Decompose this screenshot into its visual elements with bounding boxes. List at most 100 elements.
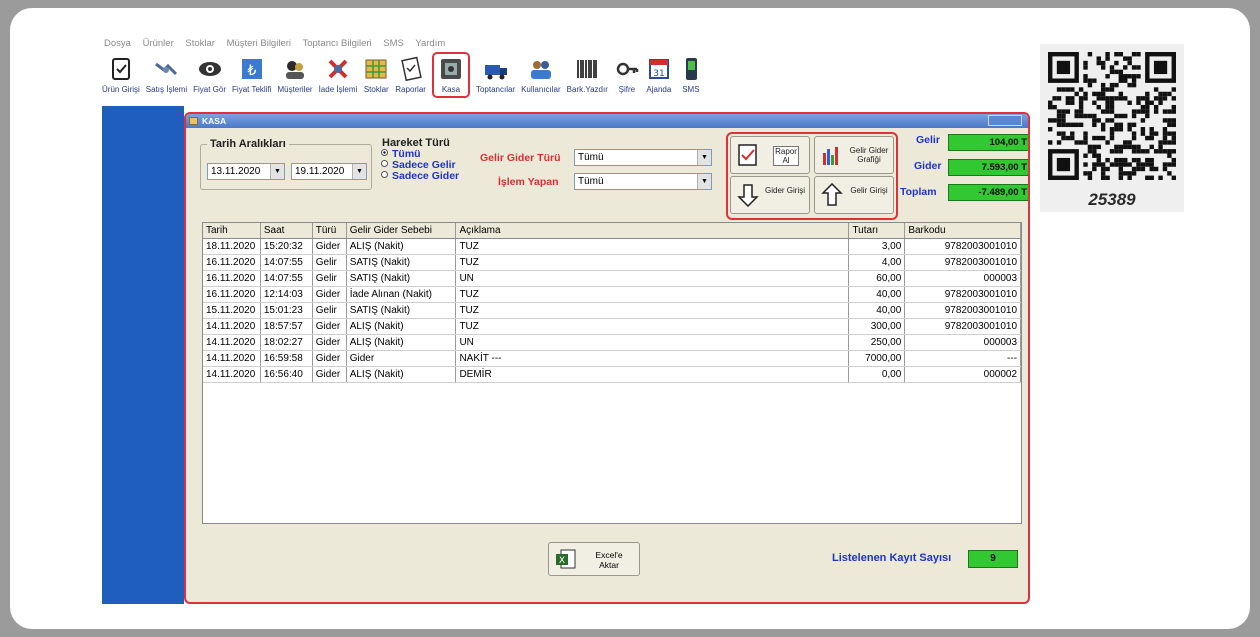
menu-sms[interactable]: SMS — [383, 38, 404, 49]
toolbar-stoklar[interactable]: Stoklar — [363, 52, 389, 106]
toolbar-satis-islemi[interactable]: Satış İşlemi — [146, 52, 187, 106]
table-row[interactable]: 16.11.2020 12:14:03 Gider İade Alınan (Naki… — [203, 287, 1022, 303]
svg-text:₺: ₺ — [247, 63, 256, 79]
toolbar-ajanda[interactable]: 31 Ajanda — [646, 52, 672, 106]
menu-dosya[interactable]: Dosya — [104, 38, 131, 49]
table-cell: SATIŞ (Nakit) — [347, 255, 457, 270]
menu-toptanci-bilgileri[interactable]: Toptancı Bilgileri — [302, 38, 371, 49]
window-controls[interactable] — [988, 115, 1022, 126]
toolbar-raporlar[interactable]: Raporlar — [395, 52, 426, 106]
table-cell: TUZ — [456, 303, 850, 318]
svg-text:31: 31 — [653, 69, 664, 79]
table-cell: 9782003001010 — [905, 319, 1022, 334]
table-row[interactable]: 16.11.2020 14:07:55 Gelir SATIŞ (Nakit) TUZ 4… — [203, 255, 1022, 271]
price-offer-icon: ₺ — [241, 59, 262, 79]
card: Dosya Ürünler Stoklar Müşteri Bilgileri … — [10, 8, 1250, 629]
table-cell: UN — [456, 271, 850, 286]
sale-icon — [155, 62, 178, 76]
table-cell: İade Alınan (Nakit) — [347, 287, 457, 302]
toolbar-fiyat-teklifi[interactable]: ₺ Fiyat Teklifi — [232, 52, 271, 106]
table-row[interactable]: 14.11.2020 16:56:40 Gider ALIŞ (Nakit) DEMİR… — [203, 367, 1022, 383]
income-expense-type-select[interactable]: Tümü ▼ — [574, 149, 712, 166]
date-to-picker[interactable]: 19.11.2020 ▼ — [291, 163, 367, 180]
date-from-picker[interactable]: 13.11.2020 ▼ — [207, 163, 285, 180]
chevron-down-icon[interactable]: ▼ — [697, 174, 711, 189]
table-cell: Gider — [313, 367, 347, 382]
table-row[interactable]: 14.11.2020 18:02:27 Gider ALIŞ (Nakit) UN 250… — [203, 335, 1022, 351]
price-view-icon — [198, 62, 221, 76]
col-saat[interactable]: Saat — [261, 223, 313, 238]
table-cell: 16.11.2020 — [203, 287, 261, 302]
table-cell: ALIŞ (Nakit) — [347, 335, 457, 350]
chevron-down-icon[interactable]: ▼ — [697, 150, 711, 165]
operator-select[interactable]: Tümü ▼ — [574, 173, 712, 190]
date-range-legend: Tarih Aralıkları — [207, 138, 289, 150]
table-cell: TUZ — [456, 239, 850, 254]
toolbar-kullanicilar[interactable]: Kullanıcılar — [521, 52, 561, 106]
toolbar-kasa[interactable]: Kasa — [431, 52, 470, 98]
toolbar-label: Satış İşlemi — [145, 85, 188, 94]
table-cell: ALIŞ (Nakit) — [347, 239, 457, 254]
table-cell: SATIŞ (Nakit) — [347, 271, 457, 286]
table-row[interactable]: 14.11.2020 16:59:58 Gider Gider NAKİT --- 700… — [203, 351, 1022, 367]
toolbar-sifre[interactable]: Şifre — [614, 52, 640, 106]
table-cell: 7000,00 — [849, 351, 906, 366]
table-cell: NAKİT --- — [456, 351, 850, 366]
table-row[interactable]: 18.11.2020 15:20:32 Gider ALIŞ (Nakit) TUZ 3,… — [203, 239, 1022, 255]
highlight-frame — [726, 132, 898, 220]
export-excel-label: Excel'e Aktar — [595, 550, 623, 570]
radio-sadece-gider[interactable]: Sadece Gider — [381, 171, 459, 182]
toolbar-urun-girisi[interactable]: Ürün Girişi — [102, 52, 140, 106]
table-cell: 18.11.2020 — [203, 239, 261, 254]
table-cell: Gider — [313, 351, 347, 366]
export-excel-button[interactable]: X Excel'e Aktar — [548, 542, 640, 576]
excel-icon: X — [556, 549, 576, 569]
total-label: Toplam — [900, 186, 937, 198]
qr-panel: 25389 — [1040, 44, 1184, 212]
chevron-down-icon[interactable]: ▼ — [352, 164, 366, 179]
qr-code — [1048, 52, 1176, 180]
toolbar-bark-yazdir[interactable]: Bark.Yazdır — [567, 52, 608, 106]
menu-yardim[interactable]: Yardım — [415, 38, 445, 49]
col-tarih[interactable]: Tarih — [203, 223, 261, 238]
col-aciklama[interactable]: Açıklama — [456, 223, 850, 238]
window-title-bar[interactable]: KASA — [186, 114, 1028, 128]
menu-urunler[interactable]: Ürünler — [143, 38, 174, 49]
col-barkod[interactable]: Barkodu — [905, 223, 1022, 238]
table-cell: Gelir — [313, 255, 347, 270]
type-select-value: Tümü — [578, 152, 604, 163]
table-cell: 40,00 — [849, 287, 906, 302]
return-icon — [328, 59, 348, 79]
toolbar-toptancilar[interactable]: Toptancılar — [476, 52, 515, 106]
radio-label: Sadece Gider — [392, 170, 460, 182]
table-cell: 16.11.2020 — [203, 271, 261, 286]
menu-stoklar[interactable]: Stoklar — [185, 38, 215, 49]
toolbar-fiyat-gor[interactable]: Fiyat Gör — [193, 52, 226, 106]
balance-total: -7.489,00 T — [948, 184, 1028, 201]
table-row[interactable]: 15.11.2020 15:01:23 Gelir SATIŞ (Nakit) TUZ 4… — [203, 303, 1022, 319]
toolbar-label: Toptancılar — [475, 85, 516, 94]
menu-musteri-bilgileri[interactable]: Müşteri Bilgileri — [227, 38, 291, 49]
col-turu[interactable]: Türü — [313, 223, 347, 238]
table-cell: 9782003001010 — [905, 255, 1022, 270]
col-sebep[interactable]: Gelir Gider Sebebi — [347, 223, 457, 238]
table-cell: 3,00 — [849, 239, 906, 254]
toolbar-label: Raporlar — [395, 85, 426, 94]
income-label: Gelir — [916, 134, 940, 146]
reports-icon — [400, 56, 422, 82]
toolbar-iade-islemi[interactable]: İade İşlemi — [319, 52, 357, 106]
table-row[interactable]: 14.11.2020 18:57:57 Gider ALIŞ (Nakit) TUZ 30… — [203, 319, 1022, 335]
product-entry-icon — [111, 58, 130, 80]
table-row[interactable]: 16.11.2020 14:07:55 Gelir SATIŞ (Nakit) UN 60… — [203, 271, 1022, 287]
date-range-group: Tarih Aralıkları 13.11.2020 ▼ 19.11.2020… — [200, 138, 372, 190]
toolbar-label: Ürün Girişi — [102, 85, 140, 94]
chevron-down-icon[interactable]: ▼ — [270, 164, 284, 179]
table-cell: TUZ — [456, 319, 850, 334]
income-expense-type-label: Gelir Gider Türü — [480, 152, 561, 164]
col-tutar[interactable]: Tutarı — [849, 223, 906, 238]
toolbar-sms[interactable]: SMS — [678, 52, 704, 106]
table-cell: 15:01:23 — [261, 303, 313, 318]
table-cell: 18:02:27 — [261, 335, 313, 350]
toolbar-musteriler[interactable]: Müşteriler — [277, 52, 313, 106]
toolbar-label: Kasa — [441, 85, 461, 94]
